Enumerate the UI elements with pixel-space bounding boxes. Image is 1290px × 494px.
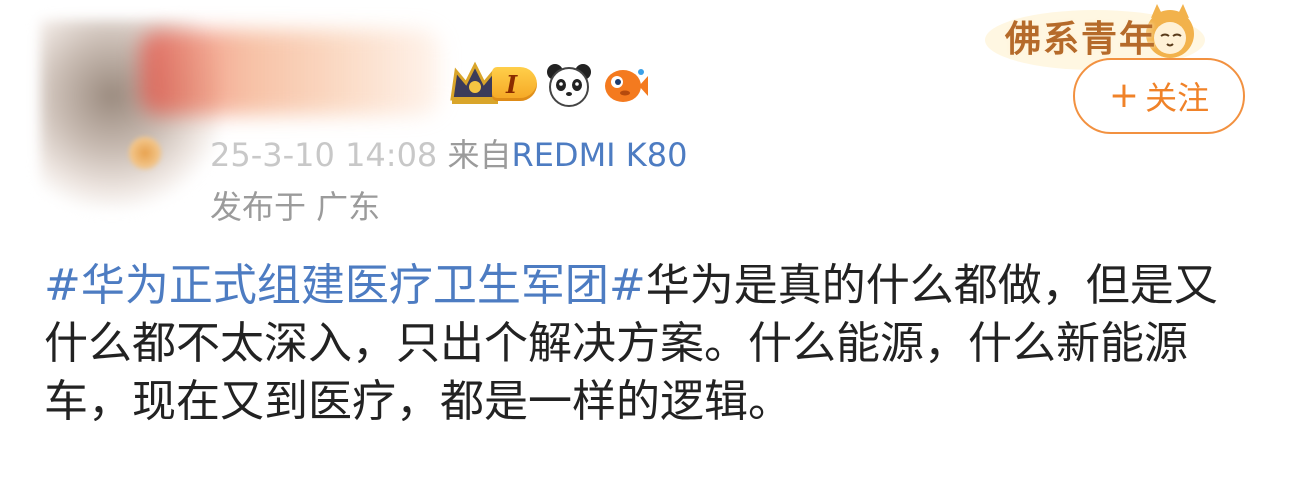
festive-text: 佛系青年 xyxy=(1005,18,1158,60)
follow-button[interactable]: + 关注 xyxy=(1073,58,1245,134)
verified-icon xyxy=(128,136,162,170)
follow-button-label: 关注 xyxy=(1145,79,1210,117)
plus-icon: + xyxy=(1108,75,1140,116)
hashtag-link[interactable]: #华为正式组建医疗卫生军团# xyxy=(44,260,646,311)
source-prefix: 来自 xyxy=(447,136,512,174)
post-meta: 25-3-10 14:08 来自REDMI K80 xyxy=(210,130,687,176)
post-timestamp: 25-3-10 14:08 xyxy=(210,136,438,174)
fish-icon[interactable] xyxy=(601,60,649,108)
user-badges: I xyxy=(448,60,649,108)
post-location: 发布于 广东 xyxy=(210,188,381,226)
panda-icon[interactable] xyxy=(545,60,593,108)
device-link[interactable]: REDMI K80 xyxy=(511,136,687,174)
level-badge[interactable]: I xyxy=(492,67,538,101)
post-body: #华为正式组建医疗卫生军团#华为是真的什么都做，但是又什么都不太深入，只出个解决… xyxy=(44,257,1254,431)
username-redacted[interactable] xyxy=(140,30,440,115)
